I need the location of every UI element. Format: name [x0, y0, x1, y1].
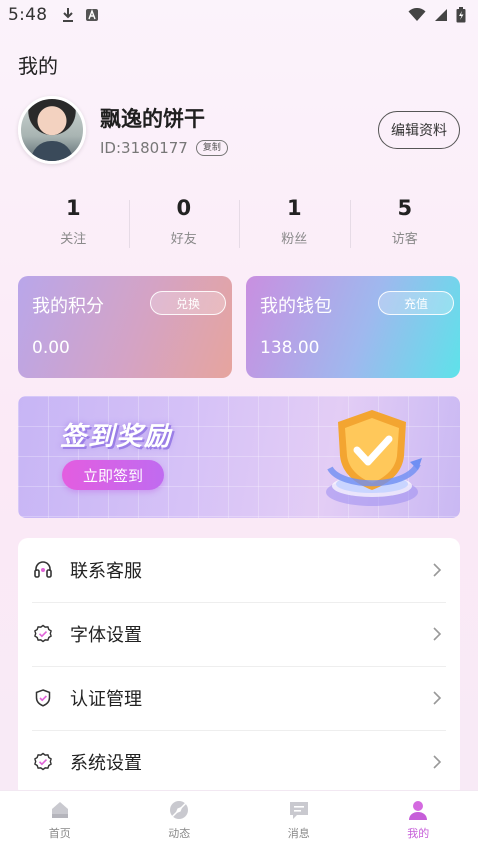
stat-following[interactable]: 1 关注 [18, 196, 129, 252]
menu-label: 联系客服 [70, 561, 142, 582]
menu-item-customer-service[interactable]: 联系客服 [18, 538, 460, 602]
profile-info: 飘逸的饼干 ID:3180177 复制 [100, 103, 228, 157]
menu-label: 字体设置 [70, 625, 142, 646]
shield-check-icon [326, 410, 422, 506]
tab-messages[interactable]: 消息 [239, 791, 359, 850]
stats-row: 1 关注 0 好友 1 粉丝 5 访客 [18, 196, 460, 252]
menu-label: 认证管理 [70, 689, 142, 710]
menu-label: 系统设置 [70, 753, 142, 774]
menu-item-system-settings[interactable]: 系统设置 [18, 730, 460, 794]
menu-item-font-settings[interactable]: 字体设置 [18, 602, 460, 666]
wallet-cards: 我的积分 0.00 兑换 我的钱包 138.00 充值 [18, 276, 460, 378]
checkin-button[interactable]: 立即签到 [62, 460, 164, 490]
wallet-amount: 138.00 [260, 338, 320, 358]
recharge-button[interactable]: 充值 [378, 291, 454, 315]
stat-value: 1 [286, 196, 302, 220]
menu-item-verification[interactable]: 认证管理 [18, 666, 460, 730]
chevron-right-icon [433, 627, 442, 641]
bottom-tab-bar: 首页 动态 消息 我的 [0, 790, 478, 850]
compass-icon [170, 801, 189, 819]
redeem-button[interactable]: 兑换 [150, 291, 226, 315]
settings-menu: 联系客服 字体设置 认证管理 系统设置 [18, 538, 460, 798]
shield-check-icon [32, 687, 54, 709]
stat-label: 好友 [170, 232, 197, 247]
id-row: ID:3180177 复制 [100, 139, 228, 157]
tab-feed[interactable]: 动态 [120, 791, 240, 850]
chevron-right-icon [433, 691, 442, 705]
wallet-card[interactable]: 我的钱包 138.00 充值 [246, 276, 460, 378]
stat-friends[interactable]: 0 好友 [128, 196, 240, 252]
download-icon [63, 8, 74, 22]
status-time: 5:48 [8, 5, 48, 25]
stat-label: 访客 [391, 232, 418, 247]
chevron-right-icon [433, 755, 442, 769]
font-app-icon [86, 9, 99, 21]
stat-value: 5 [397, 196, 413, 220]
status-bar: 5:48 [0, 0, 478, 30]
tab-home[interactable]: 首页 [0, 791, 120, 850]
avatar[interactable] [18, 96, 86, 164]
user-id: ID:3180177 [100, 139, 188, 157]
username: 飘逸的饼干 [100, 107, 205, 131]
battery-icon [456, 7, 466, 23]
tab-label: 动态 [168, 827, 191, 840]
stat-label: 粉丝 [281, 232, 308, 247]
signal-icon [435, 9, 447, 21]
points-amount: 0.00 [32, 338, 70, 358]
headset-icon [32, 559, 54, 581]
checkin-banner[interactable]: 签到奖励 立即签到 [18, 396, 460, 518]
message-icon [289, 802, 308, 819]
stat-visitors[interactable]: 5 访客 [349, 196, 461, 252]
banner-title: 签到奖励 [60, 422, 173, 452]
person-icon [409, 801, 428, 820]
copy-id-button[interactable]: 复制 [195, 140, 228, 156]
stat-label: 关注 [60, 232, 87, 247]
tab-label: 我的 [407, 827, 430, 840]
tab-label: 消息 [287, 827, 310, 840]
stat-value: 1 [65, 196, 81, 220]
points-card[interactable]: 我的积分 0.00 兑换 [18, 276, 232, 378]
gear-check-icon [32, 751, 54, 773]
home-icon [51, 802, 68, 818]
edit-profile-button[interactable]: 编辑资料 [378, 111, 460, 149]
chevron-right-icon [433, 563, 442, 577]
badge-check-icon [32, 623, 54, 645]
wifi-icon [408, 8, 426, 21]
tab-label: 首页 [48, 827, 71, 840]
profile-header: 飘逸的饼干 ID:3180177 复制 编辑资料 [18, 96, 460, 164]
stat-value: 0 [176, 196, 192, 220]
page-title: 我的 [18, 54, 58, 78]
stat-followers[interactable]: 1 粉丝 [239, 196, 350, 252]
tab-profile[interactable]: 我的 [359, 791, 478, 850]
